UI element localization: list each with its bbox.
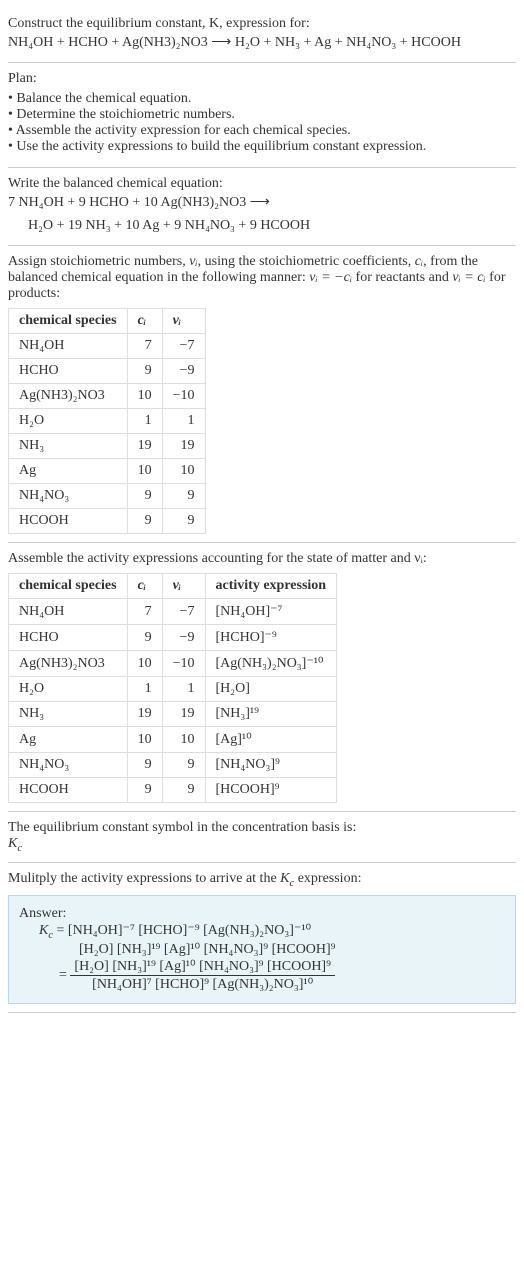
answer-expression: Kc = [NH₄OH]⁻⁷ [HCHO]⁻⁹ [Ag(NH₃)₂NO₃]⁻¹⁰… <box>19 922 505 993</box>
table-header-row: chemical species cᵢ νᵢ <box>9 309 206 334</box>
activity-intro: Assemble the activity expressions accoun… <box>8 551 516 567</box>
table-row: NH₃1919[NH₃]¹⁹ <box>9 702 337 727</box>
table-row: NH₄OH7−7 <box>9 334 206 359</box>
table-row: Ag(NH3)₂NO310−10[Ag(NH₃)₂NO₃]⁻¹⁰ <box>9 651 337 677</box>
problem-statement: Construct the equilibrium constant, K, e… <box>8 8 516 63</box>
stoich-intro: Assign stoichiometric numbers, νᵢ, using… <box>8 254 516 302</box>
table-row: NH₄NO₃99[NH₄NO₃]⁹ <box>9 753 337 778</box>
activity-table: chemical species cᵢ νᵢ activity expressi… <box>8 573 337 803</box>
final-intro: Mulitply the activity expressions to arr… <box>8 871 516 889</box>
final-section: Mulitply the activity expressions to arr… <box>8 863 516 1013</box>
header-species: chemical species <box>9 574 128 599</box>
reactants: NH₄OH + HCHO + Ag(NH3)₂NO3 <box>8 35 208 50</box>
denominator: [NH₄OH]⁷ [HCHO]⁹ [Ag(NH₃)₂NO₃]¹⁰ <box>70 976 335 993</box>
balanced-equation-section: Write the balanced chemical equation: 7 … <box>8 168 516 246</box>
numerator: [H₂O] [NH₃]¹⁹ [Ag]¹⁰ [NH₄NO₃]⁹ [HCOOH]⁹ <box>70 958 335 976</box>
header-vi: νᵢ <box>162 309 205 334</box>
table-row: H₂O11[H₂O] <box>9 677 337 702</box>
products: H₂O + NH₃ + Ag + NH₄NO₃ + HCOOH <box>235 35 461 50</box>
activity-section: Assemble the activity expressions accoun… <box>8 543 516 812</box>
table-row: H₂O11 <box>9 409 206 434</box>
kc-symbol: Kc <box>8 836 516 854</box>
plan-item: Assemble the activity expression for eac… <box>8 123 516 139</box>
table-row: HCOOH99 <box>9 509 206 534</box>
table-header-row: chemical species cᵢ νᵢ activity expressi… <box>9 574 337 599</box>
kc-symbol-section: The equilibrium constant symbol in the c… <box>8 812 516 863</box>
intro-text: Construct the equilibrium constant, K, e… <box>8 16 516 32</box>
table-row: Ag1010 <box>9 459 206 484</box>
stoichiometric-table: chemical species cᵢ νᵢ NH₄OH7−7 HCHO9−9 … <box>8 308 206 534</box>
plan-title: Plan: <box>8 71 516 87</box>
balanced-line1: 7 NH₄OH + 9 HCHO + 10 Ag(NH3)₂NO3 ⟶ <box>8 192 516 214</box>
table-row: HCOOH99[HCOOH]⁹ <box>9 778 337 803</box>
balanced-line2: H₂O + 19 NH₃ + 10 Ag + 9 NH₄NO₃ + 9 HCOO… <box>8 215 516 237</box>
arrow: ⟶ <box>211 35 235 50</box>
table-row: Ag(NH3)₂NO310−10 <box>9 384 206 409</box>
header-ci: cᵢ <box>127 574 162 599</box>
table-row: NH₄NO₃99 <box>9 484 206 509</box>
table-row: Ag1010[Ag]¹⁰ <box>9 727 337 753</box>
table-row: HCHO9−9[HCHO]⁻⁹ <box>9 625 337 651</box>
plan-item: Determine the stoichiometric numbers. <box>8 107 516 123</box>
header-vi: νᵢ <box>162 574 205 599</box>
plan-item: Balance the chemical equation. <box>8 91 516 107</box>
unbalanced-equation: NH₄OH + HCHO + Ag(NH3)₂NO3 ⟶ H₂O + NH₃ +… <box>8 32 516 54</box>
balanced-intro: Write the balanced chemical equation: <box>8 176 516 192</box>
plan-item: Use the activity expressions to build th… <box>8 139 516 155</box>
plan-list: Balance the chemical equation. Determine… <box>8 91 516 155</box>
answer-box: Answer: Kc = [NH₄OH]⁻⁷ [HCHO]⁻⁹ [Ag(NH₃)… <box>8 895 516 1004</box>
balanced-equation: 7 NH₄OH + 9 HCHO + 10 Ag(NH3)₂NO3 ⟶ H₂O … <box>8 192 516 237</box>
header-species: chemical species <box>9 309 128 334</box>
answer-label: Answer: <box>19 906 505 922</box>
kc-intro: The equilibrium constant symbol in the c… <box>8 820 516 836</box>
fraction: [H₂O] [NH₃]¹⁹ [Ag]¹⁰ [NH₄NO₃]⁹ [HCOOH]⁹ … <box>70 958 335 993</box>
table-row: NH₃1919 <box>9 434 206 459</box>
table-row: HCHO9−9 <box>9 359 206 384</box>
table-row: NH₄OH7−7[NH₄OH]⁻⁷ <box>9 599 337 625</box>
stoichiometric-section: Assign stoichiometric numbers, νᵢ, using… <box>8 246 516 543</box>
header-activity: activity expression <box>205 574 337 599</box>
plan-section: Plan: Balance the chemical equation. Det… <box>8 63 516 168</box>
header-ci: cᵢ <box>127 309 162 334</box>
